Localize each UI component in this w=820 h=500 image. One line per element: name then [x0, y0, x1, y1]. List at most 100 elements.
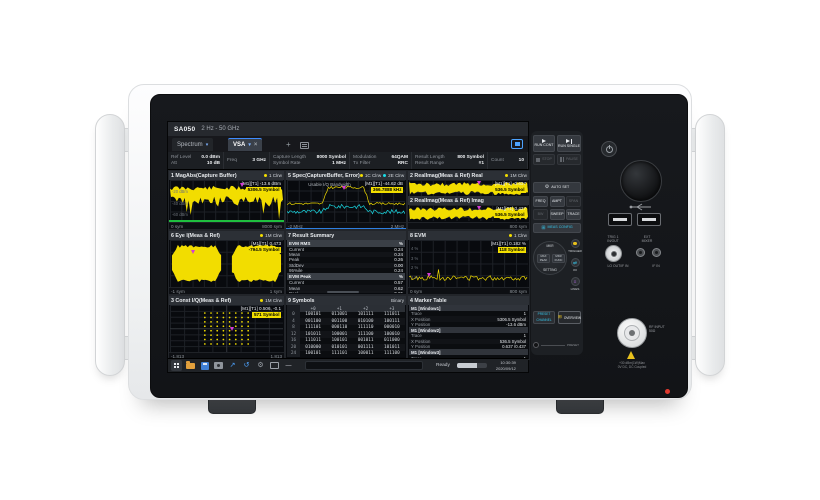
real-plot[interactable]: [M1][T1] -0.637536.5 Symbol: [409, 180, 528, 196]
symbols-table[interactable]: +0+1+2+301001010110011011111110114001100…: [287, 305, 405, 358]
horizontal-scrollbar[interactable]: [298, 291, 394, 294]
run-single-button[interactable]: RUN SINGLE: [557, 135, 581, 152]
marker-table[interactable]: M1 [Window1]Trace1X Position5306.5 Symbo…: [409, 305, 528, 358]
marker-icon[interactable]: [240, 183, 244, 187]
trigger-key[interactable]: TRIGGER: [568, 239, 582, 253]
launcher-icon[interactable]: [171, 360, 182, 371]
symbols-row[interactable]: 4001100001100010100100111: [287, 318, 405, 325]
marker-icon[interactable]: [230, 327, 234, 331]
usb-port-2[interactable]: [637, 213, 661, 226]
window-constellation[interactable]: 3 Const I/Q(Meas & Ref) 1M Clrw [M1][T1]…: [168, 295, 285, 360]
settings-group-freq[interactable]: Freq3 GHz: [224, 152, 270, 169]
trig-connector[interactable]: [605, 245, 622, 262]
folder-icon[interactable]: [185, 360, 196, 371]
symbols-row[interactable]: 24100101111101100011111100: [287, 351, 405, 358]
gear-icon[interactable]: ⚙: [255, 360, 266, 371]
run-cont-button[interactable]: RUN CONT: [533, 135, 555, 152]
power-button[interactable]: [601, 141, 617, 157]
marker-icon[interactable]: [477, 181, 481, 185]
preset-channel-button[interactable]: PRESETCHANNEL: [533, 311, 555, 324]
window-evm[interactable]: 8 EVM 1 Clrw [M1][T1] 0.182 %118 Symbol …: [407, 230, 530, 295]
window-realimag[interactable]: 2 RealImag(Meas & Ref) Real 1M Clrw [M1]…: [407, 170, 530, 230]
spectrum-plot[interactable]: Usable I/Q Bandwidth [M1][T1] -44.62 dB3…: [287, 180, 405, 222]
right-carry-handle[interactable]: [695, 114, 725, 376]
settings-group-level[interactable]: Ref Level0.0 dBm Att10 dB: [168, 152, 224, 169]
overview-button[interactable]: ⊞ OVERVIEW: [558, 311, 581, 324]
magabs-plot[interactable]: [M1][T1] -13.6 dBm5306.5 Symbol -20 dBm …: [170, 180, 283, 222]
freq-button[interactable]: FREQ: [533, 196, 548, 207]
chevron-down-icon[interactable]: ▾: [248, 142, 251, 148]
save-icon[interactable]: [199, 360, 210, 371]
marker-icon[interactable]: [427, 273, 431, 277]
settings-group-capture[interactable]: Capture Length8000 Symbol Symbol Rate1 M…: [270, 152, 350, 169]
pause-button[interactable]: PAUSE: [557, 154, 581, 165]
settings-group-modulation[interactable]: Modulation64QAM Tx FilterRRC: [350, 152, 412, 169]
marker-icon[interactable]: [191, 250, 195, 254]
evm-plot[interactable]: [M1][T1] 0.182 %118 Symbol 4 % 3 % 2 % 1…: [409, 240, 528, 287]
io-key[interactable]: ⇄ I/O: [568, 258, 582, 272]
if-in-connector[interactable]: [652, 248, 661, 257]
marker-icon[interactable]: [342, 186, 346, 190]
progress-bar: [457, 363, 487, 368]
display-layout-icon[interactable]: [511, 139, 523, 149]
share-icon[interactable]: ↗: [227, 360, 238, 371]
lines-key[interactable]: ≡ LINES: [568, 277, 582, 291]
preset-slider[interactable]: PRESET: [533, 341, 581, 349]
span-button[interactable]: SPAN: [566, 196, 581, 207]
run-single-icon: [566, 139, 573, 144]
scroll-indicator[interactable]: [286, 228, 406, 230]
auto-set-button[interactable]: ⚙AUTO SET: [533, 182, 581, 193]
display-screen[interactable]: SA050 2 Hz - 50 GHz Spectrum ▾ VSA ▾ × +: [167, 121, 529, 373]
window-marker-table[interactable]: 4 Marker Table M1 [Window1]Trace1X Posit…: [407, 295, 530, 360]
slider-knob[interactable]: [533, 342, 539, 348]
minimize-icon[interactable]: —: [283, 360, 294, 371]
mkr-func-key[interactable]: MKRFUNC: [552, 254, 565, 263]
window-symbols[interactable]: 9 Symbols Binary +0+1+2+3010010101100110…: [285, 295, 407, 360]
usb-port-1[interactable]: [608, 213, 632, 226]
window-spectrum[interactable]: 5 Spec(CaptureBuffer, Error) 1C Clrw2E C…: [285, 170, 407, 230]
setting-key[interactable]: SETTING: [534, 268, 566, 272]
settings-group-count[interactable]: Count10: [488, 152, 528, 169]
window-eye[interactable]: 6 Eye I(Meas & Ref) 1M Clrw [M1][T1] 0.4…: [168, 230, 285, 295]
rf-input-connector[interactable]: [617, 318, 647, 348]
trace-button[interactable]: TRACE: [566, 209, 581, 220]
format-badge[interactable]: Binary: [391, 298, 404, 303]
navigation-pad[interactable]: MKR MAXPEAK MKRFUNC SETTING: [533, 241, 567, 275]
symbols-row[interactable]: 16111011100101001011011000: [287, 338, 405, 345]
symbols-row[interactable]: 8111101000110111110000010: [287, 325, 405, 332]
monitor-icon[interactable]: [269, 360, 280, 371]
camera-icon[interactable]: [213, 360, 224, 371]
window-magabs[interactable]: 1 MagAbs(Capture Buffer) 1 Clrw [M1][T1]…: [168, 170, 285, 230]
add-tab-button[interactable]: +: [286, 140, 291, 149]
close-icon[interactable]: ×: [254, 142, 258, 148]
command-input[interactable]: [305, 361, 423, 370]
chevron-down-icon[interactable]: ▾: [206, 142, 209, 148]
imag-plot[interactable]: [M1][T1] 0.437536.5 Symbol: [409, 205, 528, 221]
lo-out-connector[interactable]: [636, 248, 645, 257]
symbols-row[interactable]: 20010000010101001111101011: [287, 344, 405, 351]
result-summary-table[interactable]: EVM RMS%Current0.24Mean0.24Peak0.26StdDe…: [287, 240, 405, 293]
meas-config-button[interactable]: ⊞MEAS CONFIG: [533, 223, 581, 233]
bw-button[interactable]: BW: [533, 209, 548, 220]
mkr-key[interactable]: MKR: [534, 244, 566, 248]
undo-icon[interactable]: ↺: [241, 360, 252, 371]
symbols-row[interactable]: 12101011100001111100100010: [287, 331, 405, 338]
symbols-row[interactable]: 0100101011001101111111011: [287, 312, 405, 319]
eye-plot[interactable]: [M1][T1] 0.473-794.5 Symbol: [170, 240, 283, 287]
constellation-plot[interactable]: [M1][T1] 0.506, -0.1571 Symbol: [170, 305, 283, 352]
sweep-button[interactable]: SWEEP: [550, 209, 565, 220]
marker-icon[interactable]: [477, 206, 481, 210]
ampt-button[interactable]: AMPT: [550, 196, 565, 207]
sequence-icon[interactable]: [300, 142, 309, 149]
rotary-knob[interactable]: [620, 160, 662, 202]
tab-spectrum[interactable]: Spectrum ▾: [172, 138, 213, 151]
system-taskbar: ↗ ↺ ⚙ — Ready 10:30:392020/09/12: [168, 358, 528, 372]
lines-icon: ≡: [571, 277, 580, 286]
settings-group-result[interactable]: Result Length800 Symbol Result Range#1: [412, 152, 488, 169]
max-peak-key[interactable]: MAXPEAK: [537, 254, 550, 263]
window-result-summary[interactable]: 7 Result Summary EVM RMS%Current0.24Mean…: [285, 230, 407, 295]
stop-button[interactable]: STOP: [533, 154, 555, 165]
tab-vsa[interactable]: VSA ▾ ×: [228, 138, 262, 151]
benchtop-signal-analyzer: SA050 2 Hz - 50 GHz Spectrum ▾ VSA ▾ × +: [0, 0, 820, 500]
left-carry-handle[interactable]: [95, 114, 125, 376]
